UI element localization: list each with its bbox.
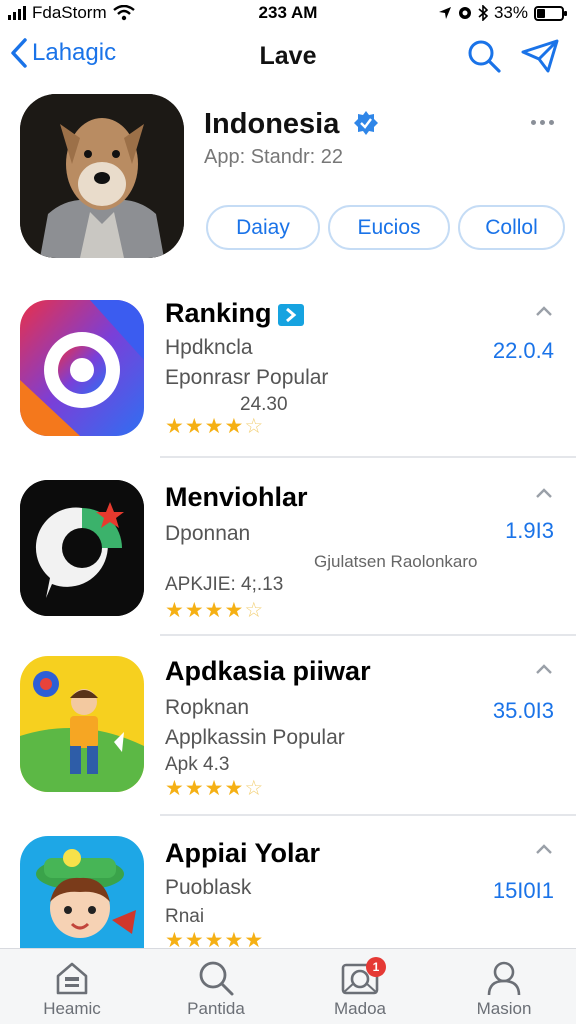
app-score: APKJIE: 4;.13 bbox=[165, 574, 284, 595]
tab-bar: Heamic Pantida 1 Madoa Masion bbox=[0, 948, 576, 1024]
battery-icon bbox=[534, 5, 567, 21]
dog-avatar-image bbox=[20, 94, 184, 258]
tab-home[interactable]: Heamic bbox=[0, 949, 144, 1024]
app-extra: Gjulatsen Raolonkaro bbox=[314, 552, 478, 571]
app-version: 22.0.4 bbox=[492, 338, 554, 363]
star-filled-icon: ★ bbox=[224, 415, 244, 438]
chevron-up-icon[interactable] bbox=[534, 304, 554, 318]
chevron-left-icon bbox=[11, 38, 27, 68]
app-category: Applkassin Popular bbox=[165, 726, 345, 749]
app-icon-appiai bbox=[20, 836, 144, 950]
location-icon bbox=[438, 7, 451, 19]
app-icon-apdkasia bbox=[20, 656, 144, 792]
bluetooth-icon bbox=[478, 5, 488, 21]
profile-name: Indonesia bbox=[204, 108, 340, 140]
chevron-up-icon[interactable] bbox=[534, 662, 554, 676]
star-filled-icon: ★ bbox=[184, 599, 204, 622]
status-right: 33% bbox=[438, 3, 567, 23]
tab-label: Masion bbox=[476, 999, 532, 1018]
divider bbox=[160, 634, 576, 636]
app-category: Rnai bbox=[165, 906, 205, 927]
app-icon-menviohlar bbox=[20, 480, 144, 616]
app-title: Appiai Yolar bbox=[165, 838, 321, 868]
action-button-3[interactable]: Collol bbox=[458, 205, 565, 250]
action-button-1[interactable]: Daiay bbox=[206, 205, 320, 250]
list-item[interactable]: Apdkasia piiwar Ropknan Applkassin Popul… bbox=[0, 640, 576, 816]
home-icon bbox=[56, 962, 88, 995]
rating-stars: ★ ★ ★ ★ ☆ bbox=[165, 778, 263, 799]
status-left: FdaStorm bbox=[8, 3, 135, 23]
profile-avatar[interactable] bbox=[20, 94, 184, 258]
notification-badge: 1 bbox=[366, 957, 386, 977]
wifi-icon bbox=[112, 5, 135, 21]
more-options-button[interactable] bbox=[531, 120, 554, 125]
star-empty-icon: ☆ bbox=[244, 415, 264, 438]
divider bbox=[160, 814, 576, 816]
app-subtitle: Ropknan bbox=[165, 696, 250, 719]
nav-bar: Lahagic Lave bbox=[0, 30, 576, 84]
app-version: 1.9I3 bbox=[505, 518, 554, 543]
tab-profile[interactable]: Masion bbox=[432, 949, 576, 1024]
search-icon[interactable] bbox=[466, 38, 502, 74]
app-subtitle: Hpdkncla bbox=[165, 336, 253, 359]
star-empty-icon: ☆ bbox=[244, 599, 264, 622]
tab-media[interactable]: 1 Madoa bbox=[288, 949, 432, 1024]
star-filled-icon: ★ bbox=[165, 777, 184, 800]
profile-icon bbox=[487, 961, 521, 996]
star-filled-icon: ★ bbox=[165, 415, 184, 438]
app-subtitle: Dponnan bbox=[165, 522, 251, 545]
app-version: 35.0I3 bbox=[492, 698, 554, 723]
chevron-up-icon[interactable] bbox=[534, 486, 554, 500]
search-icon bbox=[199, 961, 234, 996]
list-item[interactable]: Appiai Yolar Puoblask Rnai ★ ★ ★ ★ ★ 15I0I1 bbox=[0, 820, 576, 951]
app-subtitle: Puoblask bbox=[165, 876, 252, 899]
star-filled-icon: ★ bbox=[204, 599, 224, 622]
tab-label: Heamic bbox=[43, 999, 101, 1018]
profile-actions: Daiay Eucios Collol bbox=[206, 205, 565, 250]
app-icon-ranking bbox=[20, 300, 144, 436]
divider bbox=[160, 456, 576, 458]
app-title: Apdkasia piiwar bbox=[165, 656, 371, 686]
list-item[interactable]: Ranking Hpdkncla Eponrasr Popular 24.30 … bbox=[0, 282, 576, 458]
app-score: 24.30 bbox=[240, 394, 288, 415]
nav-actions bbox=[466, 38, 560, 74]
back-label: Lahagic bbox=[32, 39, 117, 66]
alarm-icon bbox=[458, 7, 471, 19]
star-filled-icon: ★ bbox=[184, 415, 204, 438]
rating-stars: ★ ★ ★ ★ ☆ bbox=[165, 600, 263, 621]
star-filled-icon: ★ bbox=[204, 777, 224, 800]
star-filled-icon: ★ bbox=[224, 599, 244, 622]
app-category: Eponrasr Popular bbox=[165, 366, 329, 389]
app-title: Menviohlar bbox=[165, 482, 308, 512]
promo-badge-icon bbox=[278, 304, 304, 326]
verified-icon bbox=[354, 111, 378, 135]
app-version: 15I0I1 bbox=[492, 878, 554, 903]
star-filled-icon: ★ bbox=[204, 415, 224, 438]
rating-stars: ★ ★ ★ ★ ☆ bbox=[165, 416, 263, 437]
star-empty-icon: ☆ bbox=[244, 777, 264, 800]
back-button[interactable]: Lahagic bbox=[10, 38, 116, 68]
star-filled-icon: ★ bbox=[165, 599, 184, 622]
profile-header: Indonesia App: Standr: 22 Daiay Eucios C… bbox=[0, 92, 576, 272]
signal-icon bbox=[8, 6, 26, 20]
tab-search[interactable]: Pantida bbox=[144, 949, 288, 1024]
tab-label: Pantida bbox=[187, 999, 245, 1018]
tab-label: Madoa bbox=[334, 999, 386, 1018]
app-title: Ranking bbox=[165, 298, 272, 328]
status-bar: FdaStorm 233 AM 33% bbox=[0, 0, 576, 26]
battery-percent: 33% bbox=[493, 3, 528, 22]
profile-meta: App: Standr: 22 bbox=[204, 146, 343, 168]
star-filled-icon: ★ bbox=[224, 777, 244, 800]
list-item[interactable]: Menviohlar Dponnan Gjulatsen Raolonkaro … bbox=[0, 460, 576, 636]
star-filled-icon: ★ bbox=[184, 777, 204, 800]
carrier-label: FdaStorm bbox=[32, 3, 107, 22]
send-icon[interactable] bbox=[520, 38, 560, 74]
chevron-up-icon[interactable] bbox=[534, 842, 554, 856]
action-button-2[interactable]: Eucios bbox=[328, 205, 450, 250]
app-score: Apk 4.3 bbox=[165, 754, 230, 775]
